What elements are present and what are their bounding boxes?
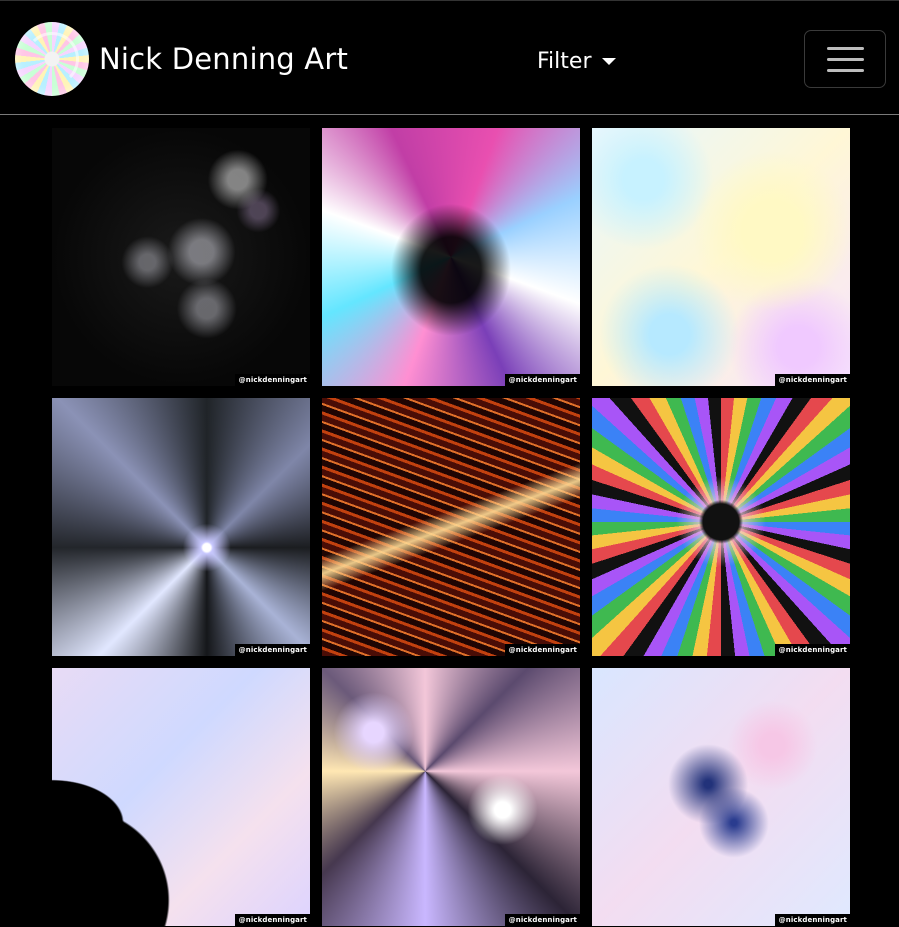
artwork-image: [592, 128, 850, 386]
hamburger-menu-icon-bar: [826, 68, 864, 72]
watermark: @nickdenningart: [234, 914, 310, 926]
artwork-image: [52, 668, 310, 926]
gallery-item[interactable]: @nickdenningart: [592, 668, 850, 926]
watermark: @nickdenningart: [504, 374, 580, 386]
gallery-item[interactable]: @nickdenningart: [322, 128, 580, 386]
artwork-image: [322, 668, 580, 926]
gallery-item[interactable]: @nickdenningart: [322, 668, 580, 926]
menu-toggle-button[interactable]: [804, 30, 886, 88]
brand-link[interactable]: Nick Denning Art: [15, 21, 348, 97]
watermark: @nickdenningart: [234, 374, 310, 386]
hamburger-menu-icon-bar: [826, 46, 864, 50]
gallery-item[interactable]: @nickdenningart: [592, 398, 850, 656]
filter-dropdown[interactable]: Filter: [537, 45, 617, 77]
navbar: Nick Denning Art Filter: [0, 0, 899, 115]
artwork-image: [52, 398, 310, 656]
artwork-image: [592, 668, 850, 926]
artwork-image: [52, 128, 310, 386]
watermark: @nickdenningart: [774, 374, 850, 386]
gallery-item[interactable]: @nickdenningart: [52, 398, 310, 656]
watermark: @nickdenningart: [234, 644, 310, 656]
watermark: @nickdenningart: [774, 914, 850, 926]
artwork-image: [322, 128, 580, 386]
filter-label: Filter: [537, 48, 592, 74]
gallery-item[interactable]: @nickdenningart: [52, 128, 310, 386]
watermark: @nickdenningart: [774, 644, 850, 656]
artwork-image: [322, 398, 580, 656]
art-gallery-grid: @nickdenningart @nickdenningart @nickden…: [52, 128, 850, 926]
watermark: @nickdenningart: [504, 914, 580, 926]
gallery-item[interactable]: @nickdenningart: [592, 128, 850, 386]
caret-down-icon: [602, 57, 617, 65]
gallery-item[interactable]: @nickdenningart: [322, 398, 580, 656]
gallery-item[interactable]: @nickdenningart: [52, 668, 310, 926]
watermark: @nickdenningart: [504, 644, 580, 656]
hamburger-menu-icon-bar: [826, 57, 864, 61]
artwork-image: [592, 398, 850, 656]
site-title: Nick Denning Art: [99, 42, 349, 76]
spiral-logo-icon: [15, 22, 89, 96]
